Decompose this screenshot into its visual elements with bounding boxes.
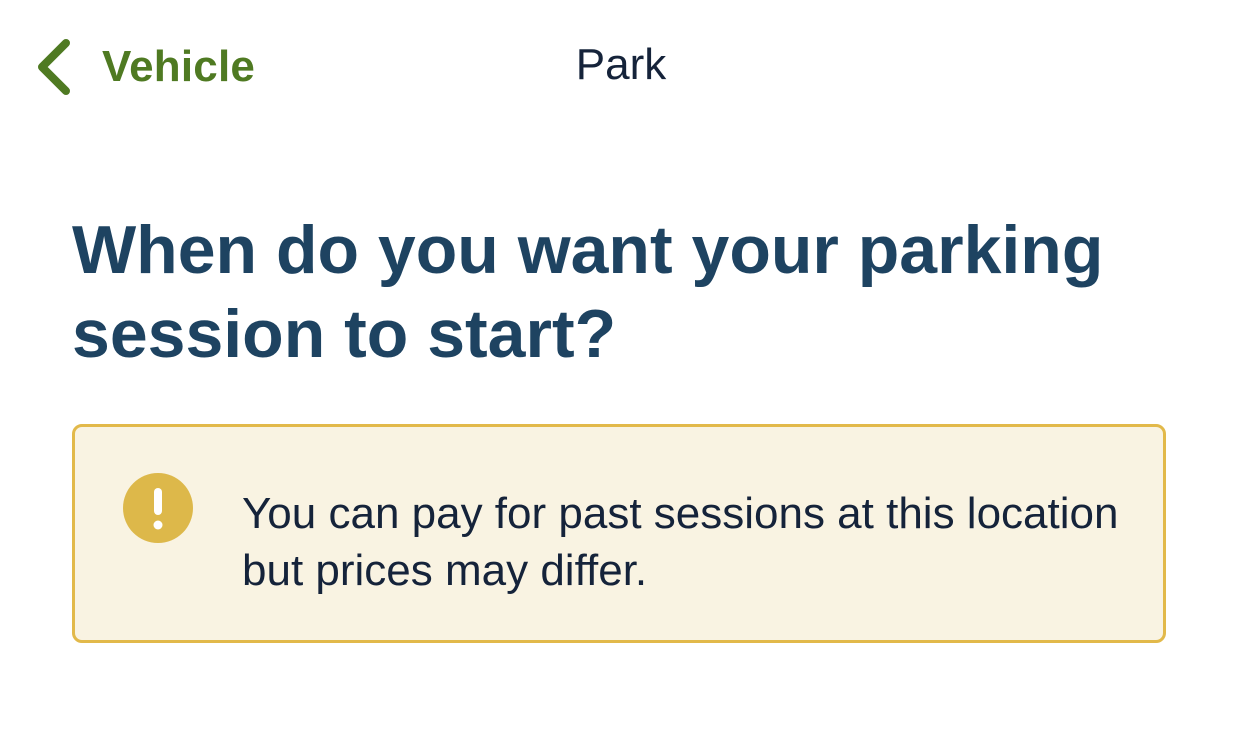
navigation-bar: Vehicle Park bbox=[0, 0, 1242, 136]
nav-title: Park bbox=[575, 40, 667, 89]
warning-exclamation-icon bbox=[123, 473, 193, 543]
page-heading: When do you want your parking session to… bbox=[72, 212, 1104, 372]
notice-message: You can pay for past sessions at this lo… bbox=[242, 489, 1119, 595]
info-notice: You can pay for past sessions at this lo… bbox=[72, 424, 1166, 643]
